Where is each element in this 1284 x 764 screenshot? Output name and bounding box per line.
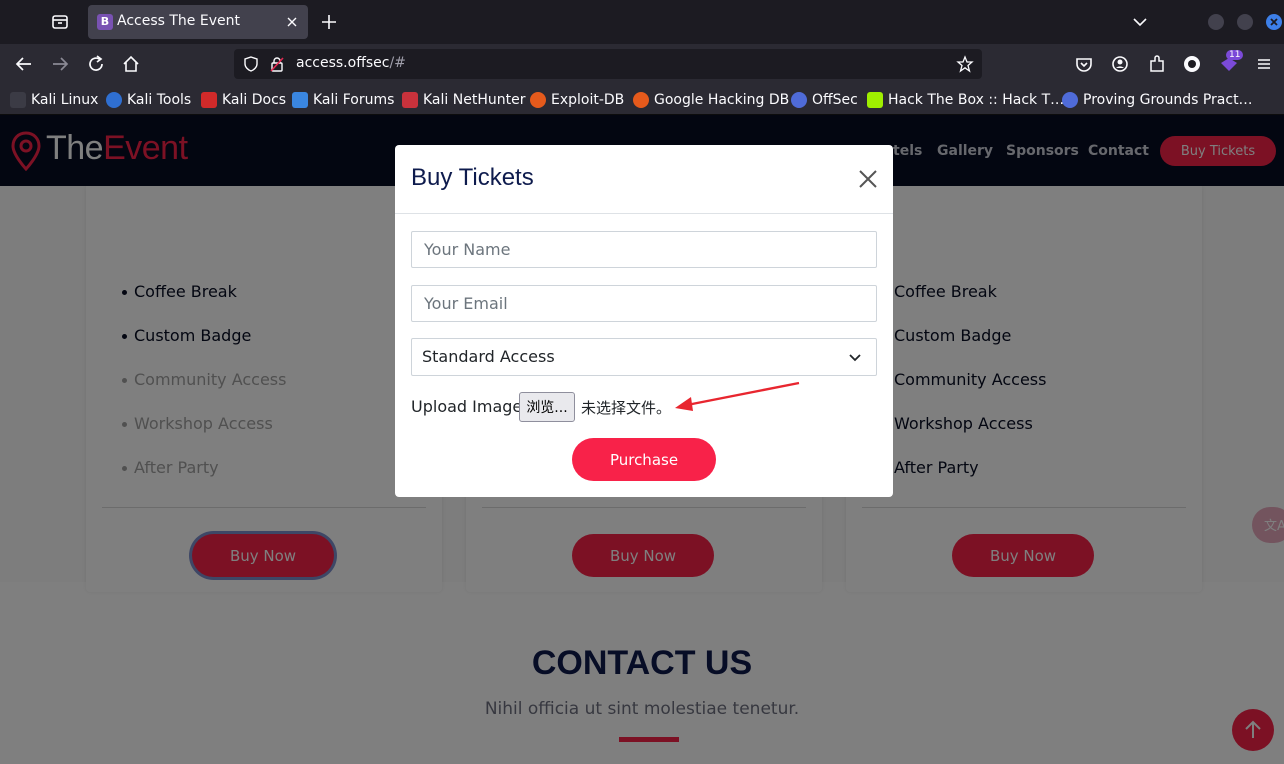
bookmark-kali-docs[interactable]: Kali Docs (201, 91, 286, 109)
extension-circle-icon[interactable] (1181, 53, 1203, 75)
extension-badge-count: 11 (1226, 50, 1244, 60)
hack-the-box-icon (867, 92, 883, 108)
bookmark-exploit-db[interactable]: Exploit-DB (530, 91, 624, 109)
upload-image-label: Upload Image: (411, 397, 528, 416)
bookmark-star-icon[interactable] (956, 55, 974, 73)
minimize-window-button[interactable] (1208, 14, 1224, 30)
bookmark-kali-nethunter[interactable]: Kali NetHunter (402, 91, 525, 109)
modal-header: Buy Tickets (395, 145, 893, 214)
buy-tickets-modal: Buy Tickets Your Name Your Email Standar… (395, 145, 893, 497)
kali-forums-icon (292, 92, 308, 108)
url-text: access.offsec/# (296, 55, 406, 71)
name-input[interactable]: Your Name (411, 231, 877, 268)
browser-tab-bar: B Access The Event (0, 0, 1284, 44)
url-path: /# (389, 55, 406, 71)
no-file-selected-text: 未选择文件。 (581, 399, 672, 417)
ghdb-icon (633, 92, 649, 108)
hamburger-menu-icon[interactable] (1253, 53, 1275, 75)
proving-grounds-icon (1062, 92, 1078, 108)
extensions-puzzle-icon[interactable] (1146, 53, 1168, 75)
account-icon[interactable] (1109, 53, 1131, 75)
kali-tools-icon (106, 92, 122, 108)
bookmark-kali-tools[interactable]: Kali Tools (106, 91, 191, 109)
forward-arrow-icon[interactable] (49, 53, 71, 75)
bookmark-google-hacking-db[interactable]: Google Hacking DB (633, 91, 789, 109)
browser-tab-active[interactable]: B Access The Event (88, 5, 308, 39)
bookmark-proving-grounds[interactable]: Proving Grounds Pract… (1062, 91, 1253, 109)
chevron-down-icon (849, 354, 861, 362)
close-icon[interactable] (857, 168, 879, 190)
list-all-tabs-chevron-icon[interactable] (1130, 12, 1150, 32)
reload-icon[interactable] (85, 53, 107, 75)
home-icon[interactable] (120, 53, 142, 75)
kali-nethunter-icon (402, 92, 418, 108)
bookmark-kali-forums[interactable]: Kali Forums (292, 91, 394, 109)
new-tab-icon[interactable] (318, 11, 340, 33)
pocket-icon[interactable] (1073, 53, 1095, 75)
ticket-type-value: Standard Access (422, 347, 555, 366)
insecure-lock-icon[interactable] (268, 55, 286, 73)
kali-dragon-icon (10, 92, 26, 108)
url-bar[interactable]: access.offsec/# (234, 49, 982, 79)
exploit-db-icon (530, 92, 546, 108)
purchase-button[interactable]: Purchase (572, 438, 716, 481)
close-window-icon (1270, 18, 1278, 26)
bookmark-hack-the-box[interactable]: Hack The Box :: Hack T… (867, 91, 1064, 109)
bookmark-offsec[interactable]: OffSec (791, 91, 858, 109)
close-window-button[interactable] (1266, 14, 1282, 30)
modal-title: Buy Tickets (411, 164, 534, 191)
tab-title: Access The Event (117, 13, 240, 29)
bookmarks-toolbar: Kali Linux Kali Tools Kali Docs Kali For… (0, 84, 1284, 115)
file-browse-button[interactable]: 浏览... (519, 392, 575, 422)
close-tab-icon[interactable] (284, 14, 300, 30)
tracking-shield-icon[interactable] (242, 55, 260, 73)
url-host: access.offsec (296, 55, 390, 71)
annotation-arrow-icon (675, 381, 800, 411)
maximize-window-button[interactable] (1237, 14, 1253, 30)
back-arrow-icon[interactable] (13, 53, 35, 75)
ticket-type-select[interactable]: Standard Access (411, 338, 877, 376)
bootstrap-favicon-icon: B (97, 14, 113, 30)
offsec-icon (791, 92, 807, 108)
bookmark-kali-linux[interactable]: Kali Linux (10, 91, 98, 109)
tab-list-icon[interactable] (48, 10, 72, 34)
web-page: Coffee Break Custom Badge Community Acce… (0, 115, 1284, 764)
kali-docs-icon (201, 92, 217, 108)
email-input[interactable]: Your Email (411, 285, 877, 322)
